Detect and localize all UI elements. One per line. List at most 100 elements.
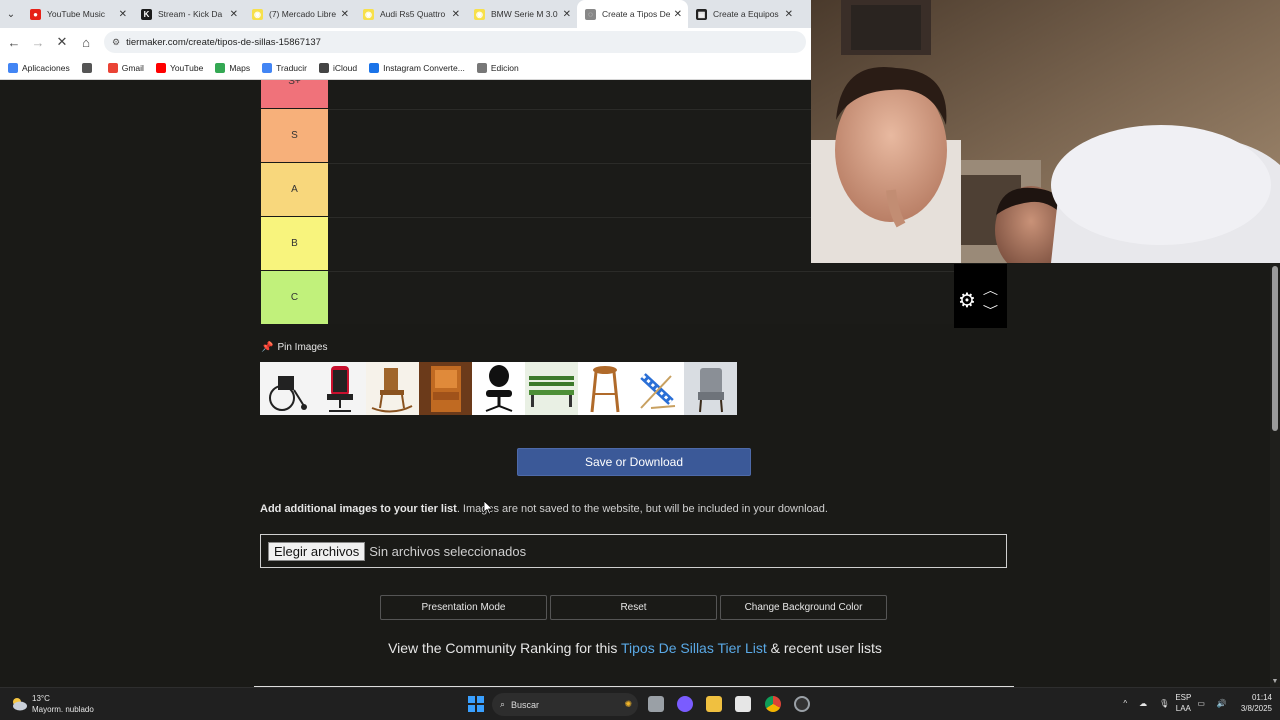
tab-favicon-icon: ◉	[252, 8, 263, 20]
image-pool	[260, 362, 737, 415]
tab-label: YouTube Music	[47, 9, 105, 19]
bookmark-item[interactable]: YouTube	[155, 62, 203, 73]
bookmark-item[interactable]: iCloud	[319, 62, 357, 73]
tier-label[interactable]: S	[261, 109, 328, 162]
download-icon	[369, 62, 380, 73]
clock[interactable]: 01:14 3/8/2025	[1241, 692, 1272, 714]
cloud-sync-icon[interactable]: ☁	[1139, 699, 1147, 708]
file-upload-field[interactable]: Elegir archivos Sin archivos seleccionad…	[260, 534, 1007, 568]
tab-close-icon[interactable]: ✕	[563, 9, 571, 20]
tier-label[interactable]: S+	[261, 80, 328, 108]
search-highlight-icon: ✺	[624, 699, 632, 709]
tab-close-icon[interactable]: ✕	[452, 9, 460, 20]
store-icon[interactable]	[735, 696, 751, 712]
youtube-icon	[155, 62, 166, 73]
tier-label[interactable]: A	[261, 163, 328, 216]
display-icon[interactable]: ▭	[1197, 699, 1205, 708]
tab-favicon-icon: K	[141, 8, 152, 20]
tier-label[interactable]: B	[261, 217, 328, 270]
windows-taskbar: 13°C Mayorm. nublado ⌕ Buscar ✺ ^ ☁ 🎙 ES…	[0, 687, 1280, 720]
windows-start-icon[interactable]	[468, 696, 484, 712]
browser-tab[interactable]: ◉ (7) Mercado Libre ✕	[244, 0, 355, 28]
chair-image-park-bench[interactable]	[525, 362, 578, 415]
choose-files-button[interactable]: Elegir archivos	[268, 541, 366, 561]
browser-tab[interactable]: ▦ Create a Equipos ✕	[688, 0, 799, 28]
page-scrollbar[interactable]: ▼	[1270, 263, 1280, 687]
chevron-up-icon[interactable]: ︿	[983, 282, 998, 298]
bookmark-item[interactable]: Gmail	[107, 62, 144, 73]
webcam-overlay	[811, 0, 1280, 263]
browser-tab[interactable]: ◌ Create a Tipos De ✕	[577, 0, 688, 28]
presentation-mode-button[interactable]: Presentation Mode	[380, 595, 547, 620]
save-download-button[interactable]: Save or Download	[517, 448, 751, 476]
tab-label: Stream - Kick Da	[158, 9, 223, 19]
file-explorer-icon[interactable]	[706, 696, 722, 712]
tier-label[interactable]: C	[261, 271, 328, 324]
file-status: Sin archivos seleccionados	[369, 543, 527, 559]
system-tray: ^ ☁ 🎙 ESP LAA ▭ 🔊 01:14 3/8/2025	[1123, 692, 1272, 714]
chair-image-gaming-chair[interactable]	[313, 362, 366, 415]
tab-label: Audi Rs5 Quattro	[380, 9, 446, 19]
chair-image-bar-stool[interactable]	[578, 362, 631, 415]
bookmark-item[interactable]: Instagram Converte...	[369, 62, 465, 73]
tab-favicon-icon: ▦	[696, 8, 707, 20]
url-text: tiermaker.com/create/tipos-de-sillas-158…	[126, 36, 321, 48]
tab-search-chevron-icon[interactable]: ⌄	[0, 0, 22, 28]
add-images-text: Add additional images to your tier list.…	[260, 503, 828, 515]
chair-image-upholstered-chair[interactable]	[684, 362, 737, 415]
chair-image-beach-chair[interactable]	[631, 362, 684, 415]
chevron-up-icon[interactable]: ^	[1123, 699, 1127, 708]
tier-row: C	[260, 271, 1007, 325]
bookmark-item[interactable]: Aplicaciones	[8, 62, 70, 73]
apps-grid-icon	[8, 62, 18, 73]
chair-image-carved-wooden-chair[interactable]	[419, 362, 472, 415]
weather-widget[interactable]: 13°C Mayorm. nublado	[10, 693, 94, 715]
tab-close-icon[interactable]: ✕	[341, 9, 349, 20]
home-button[interactable]: ⌂	[74, 30, 98, 54]
browser-tab[interactable]: K Stream - Kick Da ✕	[133, 0, 244, 28]
task-view-icon[interactable]	[648, 696, 664, 712]
bookmark-item[interactable]: Edicion	[476, 62, 519, 73]
search-icon: ⌕	[500, 699, 506, 709]
browser-tab[interactable]: ● YouTube Music ✕	[22, 0, 133, 28]
apple-icon	[319, 62, 329, 73]
browser-tab[interactable]: ◉ BMW Serie M 3.0 ✕	[466, 0, 577, 28]
app-icon[interactable]	[794, 696, 810, 712]
reset-button[interactable]: Reset	[550, 595, 717, 620]
taskbar-search[interactable]: ⌕ Buscar ✺	[492, 693, 638, 716]
chrome-icon[interactable]	[765, 696, 781, 712]
tab-close-icon[interactable]: ✕	[674, 9, 682, 20]
change-background-button[interactable]: Change Background Color	[720, 595, 887, 620]
chevron-down-icon[interactable]: ﹀	[983, 302, 998, 318]
gear-icon[interactable]: ⚙	[958, 288, 976, 313]
chair-image-wheelchair[interactable]	[260, 362, 313, 415]
scrollbar-thumb[interactable]	[1272, 266, 1278, 431]
tab-label: BMW Serie M 3.0	[491, 9, 558, 19]
tab-close-icon[interactable]: ✕	[230, 9, 238, 20]
bookmark-item[interactable]: Traducir	[262, 62, 307, 73]
tab-favicon-icon: ◉	[363, 8, 374, 20]
copilot-icon[interactable]	[677, 696, 693, 712]
pin-images-label[interactable]: 📌 Pin Images	[261, 342, 327, 353]
microphone-icon[interactable]: 🎙	[1159, 699, 1169, 708]
volume-icon[interactable]: 🔊	[1217, 699, 1227, 708]
chair-image-office-chair[interactable]	[472, 362, 525, 415]
community-ranking-link[interactable]: Tipos De Sillas Tier List	[621, 640, 767, 656]
address-bar[interactable]: ⚙ tiermaker.com/create/tipos-de-sillas-1…	[104, 31, 806, 53]
scroll-down-arrow-icon[interactable]: ▼	[1270, 677, 1280, 687]
forward-button[interactable]: →	[26, 30, 50, 54]
bookmark-item[interactable]: Maps	[215, 62, 250, 73]
browser-tab[interactable]: ◉ Audi Rs5 Quattro ✕	[355, 0, 466, 28]
tab-close-icon[interactable]: ✕	[785, 9, 793, 20]
back-button[interactable]: ←	[2, 30, 26, 54]
tab-favicon-icon: ◉	[474, 8, 485, 20]
tab-favicon-icon: ◌	[585, 8, 596, 20]
tab-close-icon[interactable]: ✕	[119, 9, 127, 20]
site-info-icon[interactable]: ⚙	[112, 37, 120, 48]
stop-loading-button[interactable]: ✕	[50, 30, 74, 54]
tab-label: Create a Tipos De	[602, 9, 670, 19]
translate-icon	[262, 62, 273, 73]
bookmark-item[interactable]	[81, 62, 96, 73]
chair-image-rocking-chair[interactable]	[366, 362, 419, 415]
tier-drop-zone[interactable]	[328, 271, 1007, 324]
